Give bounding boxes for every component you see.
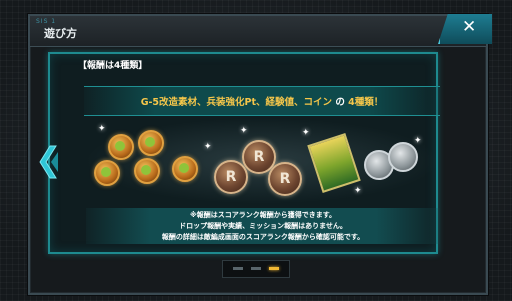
- modification-material-icon: [94, 160, 120, 186]
- weapon-enhance-coin-icon: R: [214, 160, 248, 194]
- page-dot-active[interactable]: [269, 267, 279, 270]
- headline-bar: G-5改造素材、兵装強化Pt、経験値、コイン の 4種類！: [84, 86, 440, 116]
- modification-material-icon: [108, 134, 134, 160]
- modification-material-icon: [134, 158, 160, 184]
- close-icon: ✕: [462, 17, 477, 37]
- section-label: 【報酬は4種類】: [78, 61, 148, 71]
- sparkle-icon: ✦: [414, 136, 422, 146]
- headline-items: G-5改造素材、兵装強化Pt、経験値、コイン: [140, 97, 333, 108]
- title-bar: SIS 1 遊び方 ✕: [30, 14, 492, 47]
- sparkle-icon: ✦: [302, 128, 310, 138]
- chevron-left-icon: [39, 145, 58, 179]
- sparkle-icon: ✦: [354, 186, 362, 196]
- window-code: SIS 1: [36, 18, 57, 25]
- note-line: 報酬の詳細は敵編成画面のスコアランク報酬から確認可能です。: [161, 233, 365, 241]
- sparkle-icon: ✦: [240, 126, 248, 136]
- notes-box: ※報酬はスコアランク報酬から獲得できます。 ドロップ報酬や実績、ミッション報酬は…: [86, 208, 440, 244]
- note-line: ドロップ報酬や実績、ミッション報酬はありません。: [179, 222, 347, 230]
- modification-material-icon: [172, 156, 198, 182]
- coin-icon: [388, 142, 418, 172]
- weapon-enhance-coin-icon: R: [268, 162, 302, 196]
- close-button[interactable]: ✕: [438, 14, 492, 44]
- headline: G-5改造素材、兵装強化Pt、経験値、コイン の 4種類！: [84, 94, 440, 108]
- page-dot[interactable]: [251, 267, 261, 270]
- page-dot[interactable]: [233, 267, 243, 270]
- headline-tail: 4種類！: [348, 97, 384, 108]
- window-title: 遊び方: [44, 27, 77, 40]
- page-indicator: [222, 260, 290, 278]
- sparkle-icon: ✦: [204, 142, 212, 152]
- note-line: ※報酬はスコアランク報酬から獲得できます。: [189, 211, 337, 219]
- sparkle-icon: ✦: [98, 124, 106, 134]
- modification-material-icon: [138, 130, 164, 156]
- prev-page-button[interactable]: [36, 144, 60, 180]
- headline-particle: の: [332, 97, 349, 108]
